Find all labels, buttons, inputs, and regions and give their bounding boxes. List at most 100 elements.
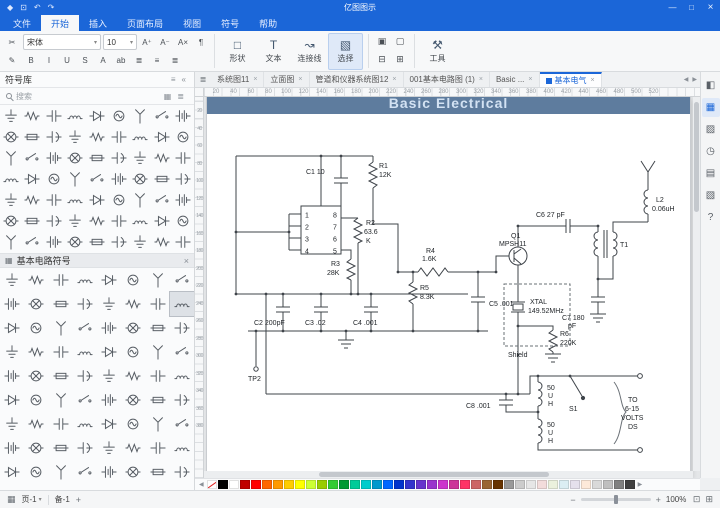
capacitor-symbol[interactable] [146,436,170,460]
diode-symbol[interactable] [0,460,24,484]
switch-symbol[interactable] [170,268,194,292]
polar-capacitor-symbol[interactable] [73,292,97,316]
color-swatch[interactable] [569,480,580,489]
switch-symbol[interactable] [73,460,97,484]
lamp-symbol[interactable] [65,231,87,252]
menu-item-7[interactable]: 帮助 [249,15,287,31]
tab-5[interactable]: Basic ... × [490,72,540,87]
polar-capacitor-symbol[interactable] [108,231,130,252]
drawing-page[interactable]: Basic Electrical 1 2 3 4 8 7 6 5 C1 10 R… [207,97,690,478]
bring-to-front-icon[interactable]: ▣ [374,34,390,50]
antenna-symbol[interactable] [146,268,170,292]
ac-source-symbol[interactable] [24,388,48,412]
text-tool-button[interactable]: T 文本 [256,33,291,70]
color-swatch[interactable] [492,480,503,489]
inductor-symbol[interactable] [65,189,87,210]
color-swatch[interactable] [514,480,525,489]
polar-capacitor-symbol[interactable] [170,316,194,340]
send-to-back-icon[interactable]: ▢ [392,34,408,50]
underline-icon[interactable]: U [59,53,75,68]
layer-panel-icon[interactable]: ▤ [702,164,720,183]
add-page-button[interactable]: + [76,495,81,505]
align-left-icon[interactable]: ≣ [131,53,147,68]
menu-item-1[interactable]: 文件 [3,15,41,31]
font-size-select[interactable]: 10 ▾ [103,34,137,50]
color-swatch[interactable] [349,480,360,489]
clipart-panel-icon[interactable]: ▨ [702,120,720,139]
battery-symbol[interactable] [172,189,194,210]
fuse-symbol[interactable] [146,460,170,484]
bold-icon[interactable]: B [23,53,39,68]
polar-capacitor-symbol[interactable] [73,436,97,460]
color-swatch[interactable] [261,480,272,489]
polar-capacitor-symbol[interactable] [108,147,130,168]
lamp-symbol[interactable] [24,364,48,388]
tab-4[interactable]: 001基本电路图 (1) × [404,72,490,87]
page-tab[interactable]: 页-1 ▾ [22,494,42,505]
shrink-font-icon[interactable]: A⁻ [157,35,173,50]
diode-symbol[interactable] [97,412,121,436]
diode-symbol[interactable] [22,168,44,189]
ground-symbol[interactable] [97,364,121,388]
color-swatch[interactable] [371,480,382,489]
capacitor-symbol[interactable] [146,292,170,316]
color-swatch[interactable] [470,480,481,489]
color-swatch[interactable] [580,480,591,489]
antenna-symbol[interactable] [146,412,170,436]
ac-source-symbol[interactable] [24,316,48,340]
resistor-symbol[interactable] [22,105,44,126]
palette-scroll-left-icon[interactable]: ◀ [197,481,206,488]
horizontal-scroll-thumb[interactable] [319,472,549,477]
select-tool-button[interactable]: ▧ 选择 [328,32,363,70]
polar-capacitor-symbol[interactable] [172,168,194,189]
color-swatch[interactable] [503,480,514,489]
fuse-symbol[interactable] [22,210,44,231]
page-grid-icon[interactable]: ▦ [7,494,16,505]
lamp-symbol[interactable] [65,147,87,168]
resistor-symbol[interactable] [24,412,48,436]
inductor-symbol[interactable] [65,105,87,126]
ground-symbol[interactable] [97,292,121,316]
capacitor-symbol[interactable] [108,126,130,147]
grow-font-icon[interactable]: A⁺ [139,35,155,50]
menu-item-5[interactable]: 视图 [173,15,211,31]
antenna-symbol[interactable] [129,105,151,126]
color-swatch[interactable] [613,480,624,489]
lamp-symbol[interactable] [121,388,145,412]
color-swatch[interactable] [536,480,547,489]
canvas[interactable]: Basic Electrical 1 2 3 4 8 7 6 5 C1 10 R… [204,97,700,478]
color-swatch[interactable] [305,480,316,489]
tab-close-icon[interactable]: × [591,77,595,84]
palette-scroll-right-icon[interactable]: ▶ [636,481,645,488]
ground-symbol[interactable] [0,105,22,126]
tab-close-icon[interactable]: × [298,76,302,83]
redo-icon[interactable]: ↷ [48,3,55,12]
color-swatch[interactable] [481,480,492,489]
color-swatch[interactable] [547,480,558,489]
inductor-symbol[interactable] [0,168,22,189]
color-swatch[interactable] [624,480,635,489]
ac-source-symbol[interactable] [108,105,130,126]
color-swatch[interactable] [591,480,602,489]
battery-symbol[interactable] [0,436,24,460]
ac-source-symbol[interactable] [121,268,145,292]
color-swatch[interactable] [426,480,437,489]
color-swatch[interactable] [448,480,459,489]
cut-icon[interactable]: ✂ [4,35,20,50]
resistor-symbol[interactable] [22,189,44,210]
switch-symbol[interactable] [151,189,173,210]
circuit-diagram[interactable]: 1 2 3 4 8 7 6 5 C1 10 R1 12K R2 63.6 K R… [208,114,689,459]
fuse-symbol[interactable] [146,316,170,340]
ground-symbol[interactable] [129,147,151,168]
color-swatch[interactable] [558,480,569,489]
fuse-symbol[interactable] [49,364,73,388]
tab-close-icon[interactable]: × [392,76,396,83]
paragraph-mark-icon[interactable]: ¶ [193,35,209,50]
battery-symbol[interactable] [0,364,24,388]
note-panel-icon[interactable]: ▧ [702,186,720,205]
battery-symbol[interactable] [0,292,24,316]
switch-symbol[interactable] [170,340,194,364]
polar-capacitor-symbol[interactable] [43,126,65,147]
resistor-symbol[interactable] [121,436,145,460]
horizontal-scrollbar[interactable] [204,471,693,478]
